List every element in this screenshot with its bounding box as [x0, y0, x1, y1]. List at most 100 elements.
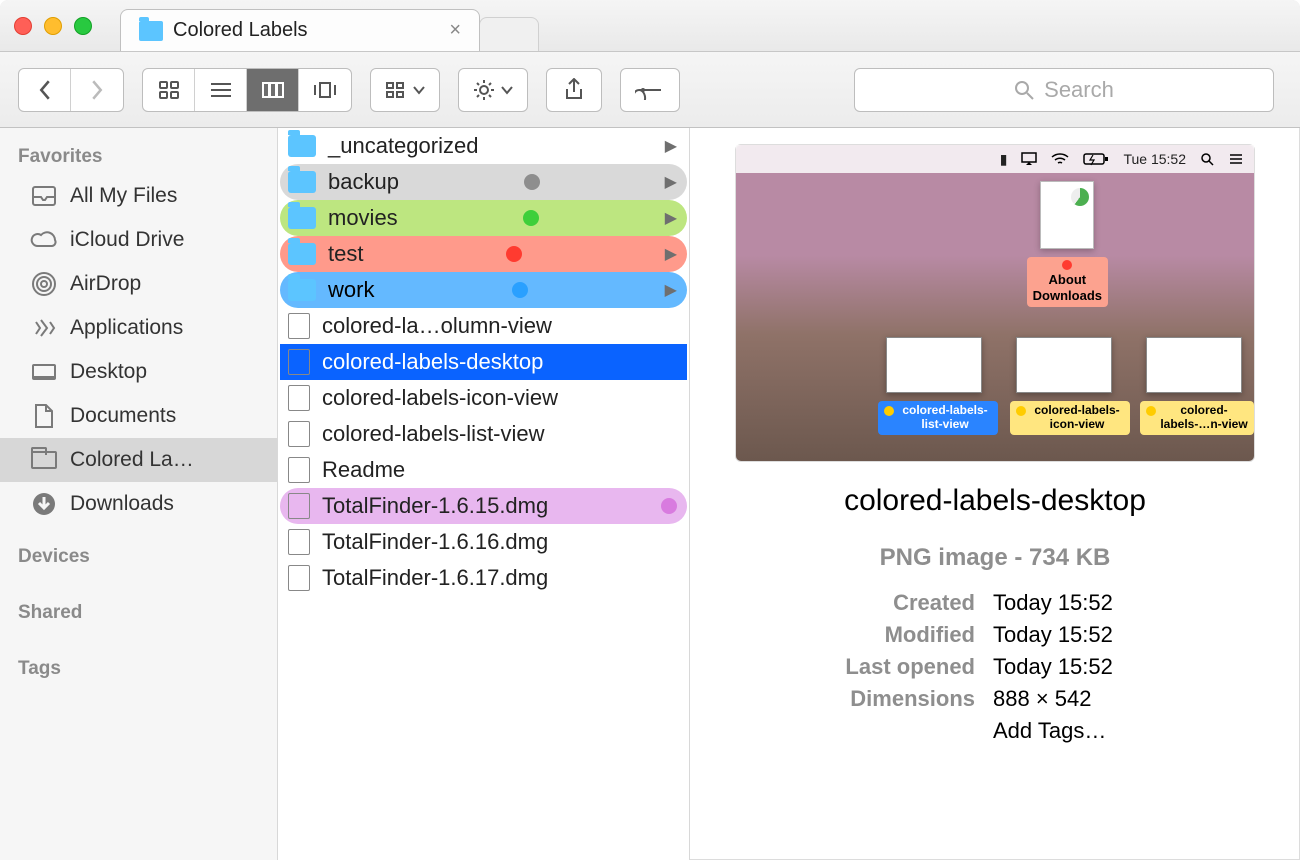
column-row[interactable]: TotalFinder-1.6.16.dmg: [280, 524, 687, 560]
tab-bar: Colored Labels ×: [120, 0, 539, 51]
search-field[interactable]: Search: [854, 68, 1274, 112]
add-tags-button[interactable]: Add Tags…: [993, 718, 1215, 744]
forward-button[interactable]: [71, 69, 123, 111]
zoom-window-button[interactable]: [74, 17, 92, 35]
sidebar-item-label: Applications: [70, 316, 183, 340]
meta-opened-key: Last opened: [775, 654, 975, 680]
column-row[interactable]: TotalFinder-1.6.15.dmg: [280, 488, 687, 524]
sidebar-item-desktop[interactable]: Desktop: [0, 350, 277, 394]
preview-filename: colored-labels-desktop: [714, 484, 1276, 518]
view-coverflow-button[interactable]: [299, 69, 351, 111]
arrange-button[interactable]: [370, 68, 440, 112]
column-row-label: TotalFinder-1.6.16.dmg: [322, 529, 548, 555]
column-view: _uncategorized▶backup▶movies▶test▶work▶ c…: [278, 128, 690, 860]
column-row-label: Readme: [322, 457, 405, 483]
column-row[interactable]: colored-la…olumn-view: [280, 308, 687, 344]
tag-dot-icon: [506, 246, 522, 262]
thumb-shot-column: [1146, 337, 1242, 393]
sidebar-item-icloud-drive[interactable]: iCloud Drive: [0, 218, 277, 262]
share-button[interactable]: [546, 68, 602, 112]
edit-tags-button[interactable]: [620, 68, 680, 112]
new-tab-button[interactable]: [479, 17, 539, 51]
airdrop-icon: [30, 272, 58, 296]
column-row[interactable]: colored-labels-list-view: [280, 416, 687, 452]
grid-small-icon: [385, 81, 407, 99]
file-icon: [288, 385, 310, 411]
column-row-label: colored-labels-list-view: [322, 421, 545, 447]
column-row[interactable]: TotalFinder-1.6.17.dmg: [280, 560, 687, 596]
sidebar-item-label: Documents: [70, 404, 176, 428]
meta-created-val: Today 15:52: [993, 590, 1215, 616]
thumb-label-icon: colored-labels-icon-view: [1010, 401, 1130, 435]
sidebar-item-colored-labels[interactable]: Colored La…: [0, 438, 277, 482]
grid-icon: [158, 80, 180, 100]
column-row[interactable]: work▶: [280, 272, 687, 308]
cloud-icon: [30, 228, 58, 252]
search-placeholder: Search: [1044, 77, 1114, 103]
thumb-about-downloads-badge: About Downloads: [1027, 257, 1108, 307]
column-row[interactable]: colored-labels-icon-view: [280, 380, 687, 416]
tag-dot-icon: [524, 174, 540, 190]
thumb-clock: Tue 15:52: [1123, 151, 1186, 167]
column-row[interactable]: colored-labels-desktop: [280, 344, 687, 380]
preview-subtitle: PNG image - 734 KB: [714, 544, 1276, 572]
view-icon-button[interactable]: [143, 69, 195, 111]
thumb-menubar: ▮ Tue 15:52: [736, 145, 1254, 173]
meta-dimensions-val: 888 × 542: [993, 686, 1215, 712]
sidebar-item-downloads[interactable]: Downloads: [0, 482, 277, 526]
file-icon: [288, 457, 310, 483]
folder-icon: [288, 243, 316, 265]
column-row[interactable]: test▶: [280, 236, 687, 272]
file-icon: [288, 421, 310, 447]
minimize-window-button[interactable]: [44, 17, 62, 35]
file-icon: [288, 565, 310, 591]
sidebar-item-label: All My Files: [70, 184, 177, 208]
sidebar-section-shared: Shared: [0, 596, 277, 630]
view-column-button[interactable]: [247, 69, 299, 111]
battery-icon: [1083, 152, 1109, 166]
file-icon: [288, 493, 310, 519]
tab-colored-labels[interactable]: Colored Labels ×: [120, 9, 480, 51]
preview-thumbnail: ▮ Tue 15:52 About Downloads colored: [735, 144, 1255, 462]
file-icon: [288, 529, 310, 555]
tag-icon: [635, 80, 665, 100]
meta-modified-key: Modified: [775, 622, 975, 648]
folder-icon: [288, 279, 316, 301]
view-list-button[interactable]: [195, 69, 247, 111]
column-row-label: backup: [328, 169, 399, 195]
sidebar-section-devices: Devices: [0, 540, 277, 574]
meta-opened-val: Today 15:52: [993, 654, 1215, 680]
column-row-label: TotalFinder-1.6.15.dmg: [322, 493, 548, 519]
coverflow-icon: [312, 81, 338, 99]
column-row-label: colored-la…olumn-view: [322, 313, 552, 339]
search-icon: [1200, 152, 1214, 166]
sidebar-item-applications[interactable]: Applications: [0, 306, 277, 350]
sidebar-section-tags: Tags: [0, 652, 277, 686]
back-button[interactable]: [19, 69, 71, 111]
nav-buttons: [18, 68, 124, 112]
sidebar-item-all-my-files[interactable]: All My Files: [0, 174, 277, 218]
chevron-down-icon: [501, 85, 513, 95]
close-window-button[interactable]: [14, 17, 32, 35]
applications-icon: [30, 316, 58, 340]
column-row[interactable]: movies▶: [280, 200, 687, 236]
columns-icon: [261, 81, 285, 99]
column-row[interactable]: _uncategorized▶: [280, 128, 687, 164]
folder-icon: [139, 21, 163, 41]
sidebar-item-documents[interactable]: Documents: [0, 394, 277, 438]
list-icon: [1228, 152, 1244, 166]
column-row-label: test: [328, 241, 363, 267]
window-controls: [14, 17, 92, 35]
thumb-document-icon: [1040, 181, 1094, 249]
column-row-label: TotalFinder-1.6.17.dmg: [322, 565, 548, 591]
toolbar: Search: [0, 52, 1300, 128]
sidebar-item-label: Desktop: [70, 360, 147, 384]
action-button[interactable]: [458, 68, 528, 112]
column-row[interactable]: backup▶: [280, 164, 687, 200]
column-row-label: colored-labels-icon-view: [322, 385, 558, 411]
sidebar-item-airdrop[interactable]: AirDrop: [0, 262, 277, 306]
thumb-label-column: colored-labels-…n-view: [1140, 401, 1254, 435]
close-tab-button[interactable]: ×: [449, 19, 461, 42]
column-row[interactable]: Readme: [280, 452, 687, 488]
folder-icon: [288, 207, 316, 229]
